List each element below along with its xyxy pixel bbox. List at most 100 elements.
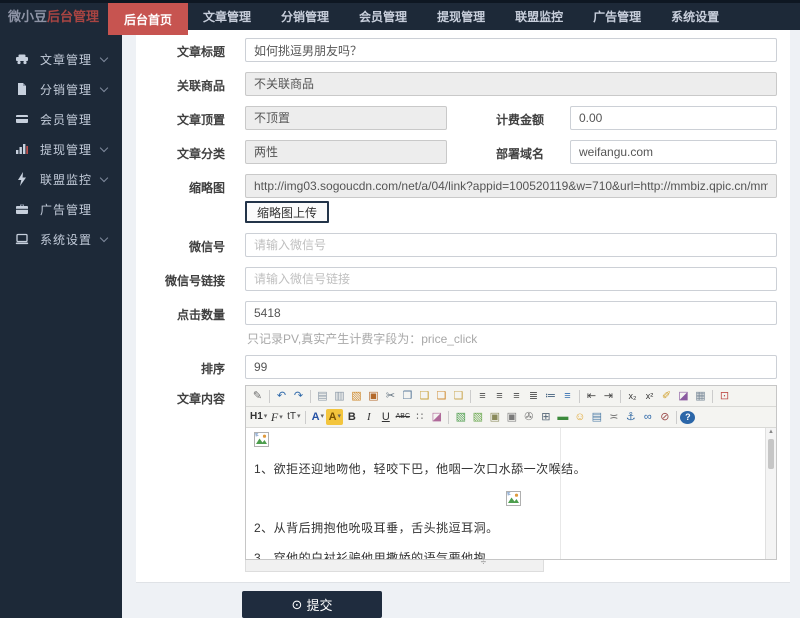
form-icon[interactable]: ▣ [365,388,382,404]
image-network-icon[interactable]: ▧ [469,409,486,425]
link-icon[interactable]: ∞ [639,409,656,425]
click-count-input[interactable] [245,301,777,325]
emoticon-icon[interactable]: ☺ [571,409,588,425]
flash-icon[interactable]: ▣ [486,409,503,425]
sidebar-item-1[interactable]: 文章管理 [0,44,122,74]
align-center-icon[interactable]: ≡ [491,388,508,404]
top-placement-select[interactable]: 不顶置 [245,106,447,130]
billing-amount-input[interactable] [570,106,777,130]
top-tab-2[interactable]: 文章管理 [194,3,260,30]
top-tab-8[interactable]: 系统设置 [662,3,728,30]
italic-icon[interactable]: I [360,409,377,425]
pagebreak-icon[interactable]: ≍ [605,409,622,425]
strikethrough-icon[interactable]: ABC [394,409,411,425]
source-icon[interactable]: ✎ [249,388,266,404]
briefcase-icon [15,202,29,216]
form-row-title: 文章标题 [136,38,790,62]
deploy-domain-input[interactable] [570,140,777,164]
paste-word-icon[interactable]: ❑ [433,388,450,404]
print-icon[interactable]: ▥ [331,388,348,404]
hr-icon[interactable]: ▬ [554,409,571,425]
underline-icon[interactable]: U [377,409,394,425]
clear-format-icon[interactable]: ◪ [675,388,692,404]
outdent-icon[interactable]: ⇤ [583,388,600,404]
sidebar-item-6[interactable]: 广告管理 [0,194,122,224]
toolbar-separator [470,389,471,403]
line-height-icon[interactable]: ∷ [411,409,428,425]
cut-icon[interactable]: ✂ [382,388,399,404]
undo-icon[interactable]: ↶ [273,388,290,404]
submit-button[interactable]: ⊙ 提交 [242,591,382,618]
indent-icon[interactable]: ⇥ [600,388,617,404]
bold-icon[interactable]: B [343,409,360,425]
about-icon[interactable]: ? [680,410,696,424]
paste-text-icon[interactable]: ❑ [450,388,467,404]
template-icon[interactable]: ▧ [348,388,365,404]
wechat-label: 微信号 [188,240,225,254]
superscript-icon[interactable]: x² [641,388,658,404]
top-tab-1[interactable]: 后台首页 [108,3,189,35]
thumbnail-upload-button[interactable]: 缩略图上传 [245,201,330,223]
article-title-label: 文章标题 [176,45,225,59]
attachment-icon[interactable]: ✇ [520,409,537,425]
top-tab-5[interactable]: 提现管理 [428,3,494,30]
align-right-icon[interactable]: ≡ [508,388,525,404]
sidebar-item-7[interactable]: 系统设置 [0,224,122,254]
top-tab-4[interactable]: 会员管理 [350,3,416,30]
heading-select[interactable]: H1 ▾ [249,409,268,425]
picture-icon[interactable]: ▤ [588,409,605,425]
remove-format-icon[interactable]: ◪ [428,409,445,425]
copy-icon[interactable]: ❐ [399,388,416,404]
sidebar-item-2[interactable]: 分销管理 [0,74,122,104]
thumbnail-url-input[interactable] [245,174,777,198]
editor-resize-handle-icon[interactable]: ÷ [481,557,487,568]
editor-content-area[interactable]: ▲ 1、欲拒还迎地吻他，轻咬下巴，他咽一次口水舔一次喉结。 2、从背后拥抱他吮吸耳… [246,428,776,560]
bolt-icon [15,172,29,186]
image-upload-icon[interactable]: ▧ [452,409,469,425]
media-icon[interactable]: ▣ [503,409,520,425]
anchor-icon[interactable]: ⚓ [622,409,639,425]
wechat-link-input[interactable] [245,267,777,291]
related-product-select[interactable]: 不关联商品 [245,72,777,96]
broken-image-icon[interactable] [506,491,521,506]
sidebar-item-label: 会员管理 [40,112,93,127]
scrollbar-thumb[interactable] [768,439,774,469]
top-tab-7[interactable]: 广告管理 [584,3,650,30]
billing-amount-label: 计费金额 [495,113,544,127]
sidebar-item-3[interactable]: 会员管理 [0,104,122,134]
format-brush-icon[interactable]: ✐ [658,388,675,404]
select-all-icon[interactable]: ▦ [692,388,709,404]
dropdown-caret-icon: ▾ [297,413,301,420]
sort-input[interactable] [245,355,777,379]
broken-image-icon[interactable] [254,432,269,447]
unordered-list-icon[interactable]: ≡ [559,388,576,404]
fullscreen-icon[interactable]: ⊡ [716,388,733,404]
redo-icon[interactable]: ↷ [290,388,307,404]
sidebar-item-label: 分销管理 [40,82,93,97]
font-family-select[interactable]: F ▾ [268,409,285,425]
paste-icon[interactable]: ❑ [416,388,433,404]
top-tab-6[interactable]: 联盟监控 [506,3,572,30]
top-black-strip [0,0,800,3]
text-color-icon[interactable]: A ▾ [309,409,326,425]
subscript-icon[interactable]: x₂ [624,388,641,404]
preview-icon[interactable]: ▤ [314,388,331,404]
ordered-list-icon[interactable]: ≔ [542,388,559,404]
align-left-icon[interactable]: ≡ [474,388,491,404]
article-title-input[interactable] [245,38,777,62]
category-select[interactable]: 两性 [245,140,447,164]
top-tab-3[interactable]: 分销管理 [272,3,338,30]
font-size-select[interactable]: tT ▾ [285,409,302,425]
laptop-icon [15,232,29,246]
scroll-up-arrow-icon[interactable]: ▲ [766,429,776,435]
sidebar-item-4[interactable]: 提现管理 [0,134,122,164]
editor-scrollbar[interactable]: ▲ [765,428,776,559]
unlink-icon[interactable]: ⊘ [656,409,673,425]
align-justify-icon[interactable]: ≣ [525,388,542,404]
table-icon[interactable]: ⊞ [537,409,554,425]
sidebar-item-5[interactable]: 联盟监控 [0,164,122,194]
app-logo[interactable]: 微小豆后台管理 [0,3,108,30]
highlight-color-icon[interactable]: A ▾ [326,409,344,425]
top-placement-label: 文章顶置 [176,113,225,127]
wechat-input[interactable] [245,233,777,257]
